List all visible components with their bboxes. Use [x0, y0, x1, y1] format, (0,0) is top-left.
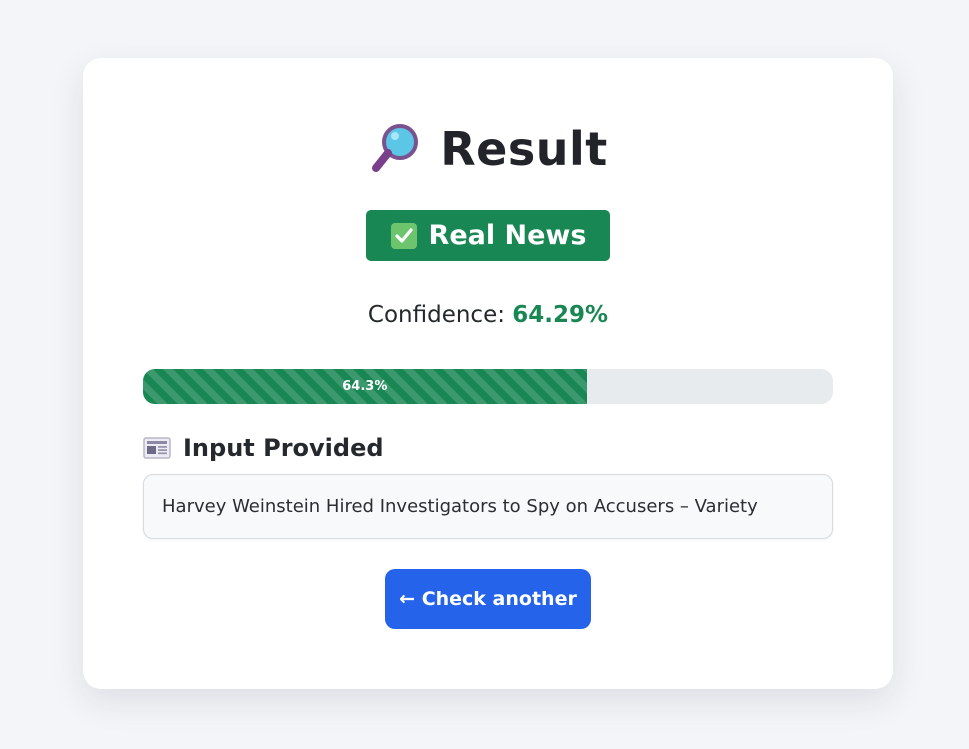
check-another-button[interactable]: ← Check another: [385, 569, 591, 629]
provided-input-text: Harvey Weinstein Hired Investigators to …: [162, 496, 758, 517]
check-another-label: ← Check another: [399, 588, 577, 610]
confidence-label: Confidence:: [367, 302, 505, 328]
provided-input-box: Harvey Weinstein Hired Investigators to …: [143, 474, 833, 539]
progress-fill: 64.3%: [143, 369, 587, 404]
result-card: Result Real News Confidence: 64.29% 64.3…: [83, 58, 893, 689]
verdict-label: Real News: [428, 220, 587, 251]
page-title-text: Result: [440, 122, 608, 176]
confidence-progress-bar: 64.3%: [143, 369, 833, 404]
progress-label: 64.3%: [342, 379, 388, 394]
magnifying-glass-icon: [372, 124, 419, 172]
confidence-value: 64.29%: [512, 302, 609, 328]
check-mark-button-icon: [390, 222, 417, 249]
verdict-badge: Real News: [366, 210, 610, 261]
confidence-line: Confidence: 64.29%: [83, 302, 893, 328]
newspaper-icon: [143, 437, 171, 459]
input-section-title: Input Provided: [183, 434, 384, 462]
input-section-heading: Input Provided: [143, 431, 384, 465]
page-title: Result: [83, 121, 893, 177]
